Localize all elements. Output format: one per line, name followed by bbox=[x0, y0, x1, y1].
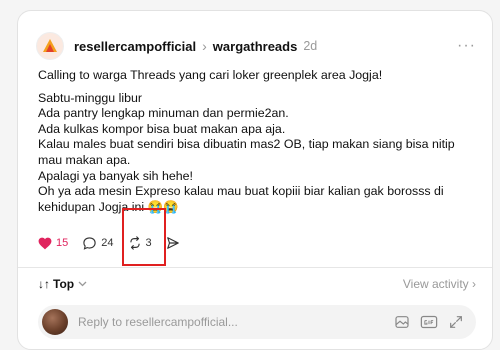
reply-tools bbox=[384, 314, 464, 330]
post-paragraph: Kalau males buat sendiri bisa dibuatin m… bbox=[38, 137, 455, 167]
like-button[interactable]: 15 bbox=[38, 237, 68, 250]
expand-icon[interactable] bbox=[448, 314, 464, 330]
brand-logo-icon bbox=[43, 39, 57, 52]
post-paragraph: Sabtu-minggu libur bbox=[38, 90, 143, 105]
breadcrumb-separator: › bbox=[202, 38, 207, 54]
share-button[interactable] bbox=[166, 236, 184, 250]
post-paragraph: Ada pantry lengkap minuman dan permie2an… bbox=[38, 106, 289, 121]
post-time: 2d bbox=[303, 39, 318, 53]
highlight-box bbox=[122, 208, 166, 266]
post-header: resellercampofficial › wargathreads 2d ·… bbox=[36, 31, 476, 61]
reply-input[interactable]: Reply to resellercampofficial... bbox=[78, 315, 238, 329]
post-paragraph: Calling to warga Threads yang cari loker… bbox=[38, 68, 383, 82]
sort-row: ↓↑ Top View activity › bbox=[38, 275, 476, 293]
post-body: Calling to warga Threads yang cari loker… bbox=[38, 68, 478, 215]
share-icon bbox=[166, 237, 179, 249]
post-paragraph: Ada kulkas kompor bisa buat makan apa aj… bbox=[38, 121, 286, 136]
sort-dropdown[interactable]: Top bbox=[53, 277, 74, 291]
reply-composer[interactable]: Reply to resellercampofficial... bbox=[38, 305, 476, 339]
post-paragraph: Oh ya ada mesin Expreso kalau mau buat k… bbox=[38, 184, 444, 214]
topic-name[interactable]: wargathreads bbox=[213, 39, 298, 54]
post-actions: 15 24 3 bbox=[38, 234, 198, 252]
heart-icon bbox=[38, 237, 52, 249]
view-activity-link[interactable]: View activity › bbox=[403, 277, 476, 291]
thread-card: resellercampofficial › wargathreads 2d ·… bbox=[17, 10, 493, 350]
chevron-down-icon[interactable] bbox=[78, 279, 87, 290]
gif-icon[interactable] bbox=[420, 314, 438, 330]
user-avatar bbox=[42, 309, 68, 335]
divider bbox=[18, 267, 492, 268]
sort-icon: ↓↑ bbox=[38, 277, 50, 291]
reply-button[interactable]: 24 bbox=[82, 236, 114, 251]
comment-icon bbox=[83, 236, 96, 250]
username[interactable]: resellercampofficial bbox=[74, 39, 196, 54]
avatar[interactable] bbox=[36, 32, 64, 60]
more-options-button[interactable]: ··· bbox=[457, 37, 476, 55]
reply-count: 24 bbox=[101, 237, 114, 249]
like-count: 15 bbox=[56, 237, 69, 249]
image-icon[interactable] bbox=[394, 314, 410, 330]
post-paragraph: Apalagi ya banyak sih hehe! bbox=[38, 168, 193, 183]
